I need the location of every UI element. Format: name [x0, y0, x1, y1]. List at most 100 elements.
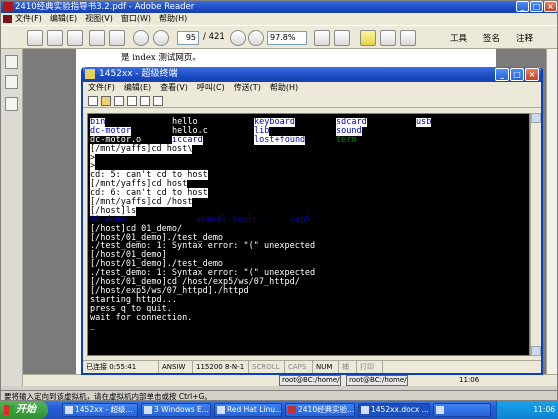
comment-icon[interactable]	[360, 30, 376, 46]
ls-entry: lost+found	[254, 134, 306, 145]
terminal-app-icon	[85, 69, 95, 79]
term-menu-file[interactable]: 文件(F)	[88, 82, 115, 94]
term-menu-transfer[interactable]: 传送(T)	[234, 82, 261, 94]
menu-view[interactable]: 视图(V)	[85, 13, 113, 25]
reader-toolbar: 95 / 421 97.8% 工具 签名 注释	[1, 25, 557, 49]
close-button[interactable]: ×	[544, 1, 557, 12]
task-label: Red Hat Linu...	[227, 405, 282, 414]
menu-help[interactable]: 帮助(H)	[159, 13, 187, 25]
zoom-in-icon[interactable]	[248, 30, 264, 46]
terminal-menubar: 文件(F) 编辑(E) 查看(V) 呼叫(C) 传送(T) 帮助(H)	[83, 82, 541, 94]
properties-icon[interactable]	[153, 95, 163, 106]
terminal-minimize-button[interactable]: _	[495, 68, 509, 81]
zoom-out-icon[interactable]	[230, 30, 246, 46]
open-folder-icon[interactable]	[67, 30, 83, 46]
zoom-field[interactable]: 97.8%	[267, 31, 307, 45]
print-icon[interactable]	[89, 30, 105, 46]
share-icon[interactable]	[47, 30, 63, 46]
task-word[interactable]: 1452xx.docx ...	[358, 403, 430, 417]
start-button[interactable]: 开始	[0, 401, 48, 419]
ls-entry: exp5	[290, 214, 311, 225]
terminal-title-bar[interactable]: 1452xx - 超级终端 _ □ ×	[83, 67, 541, 82]
scroll-indicator: SCROLL	[249, 361, 285, 373]
task-label: 2410经典实验...	[298, 405, 355, 414]
menu-window[interactable]: 窗口(W)	[121, 13, 151, 25]
reader-nav-panel	[1, 49, 23, 386]
task-explorer[interactable]: 3 Windows E...	[141, 403, 211, 417]
terminal-line: >	[90, 152, 96, 163]
vm-frame: 2410经典实验指导书3.2.pdf - Adobe Reader _ □ × …	[0, 0, 558, 401]
maximize-button[interactable]: □	[530, 1, 543, 12]
send-icon[interactable]	[140, 95, 150, 106]
sign-button[interactable]: 签名	[483, 32, 500, 44]
highlight-icon[interactable]	[380, 30, 396, 46]
linux-task-button[interactable]: root@BC:/home/t	[279, 375, 341, 386]
create-pdf-icon[interactable]	[27, 30, 43, 46]
task-extra[interactable]	[433, 403, 491, 417]
pdf-task-icon	[288, 406, 296, 414]
task-hyperterminal[interactable]: 1452xx - 超级...	[62, 403, 138, 417]
reader-title: 2410经典实验指导书3.2.pdf - Adobe Reader	[15, 2, 195, 12]
capture-indicator: 捕	[339, 361, 357, 373]
term-menu-help[interactable]: 帮助(H)	[270, 82, 298, 94]
ls-entry: term	[336, 134, 357, 145]
menu-edit[interactable]: 编辑(E)	[50, 13, 77, 25]
sign-icon[interactable]	[400, 30, 416, 46]
tools-button[interactable]: 工具	[450, 32, 467, 44]
scroll-down-icon[interactable]	[531, 346, 541, 356]
taskbar: 开始 1452xx - 超级... 3 Windows E... Red Hat…	[0, 401, 558, 419]
attachments-icon[interactable]	[5, 97, 18, 111]
term-menu-edit[interactable]: 编辑(E)	[124, 82, 151, 94]
ls-entry: armv4l-tools	[196, 214, 258, 225]
terminal-scrollbar[interactable]	[530, 113, 541, 356]
pdf-app-icon	[3, 2, 13, 12]
ls-entry: 01_demo	[90, 214, 126, 225]
comment-button[interactable]: 注释	[516, 32, 533, 44]
menu-file[interactable]: 文件(F)	[15, 13, 42, 25]
open-icon[interactable]	[101, 95, 111, 106]
disconnect-icon[interactable]	[127, 95, 137, 106]
tray-clock: 11:06	[533, 405, 555, 414]
terminal-screen[interactable]: bin hello keyboard sdcard usb dc-motor hello.c…	[87, 113, 530, 356]
terminal-maximize-button[interactable]: □	[510, 68, 524, 81]
terminal-line: wait for connection.	[90, 312, 193, 323]
terminal-statusbar: 已连接 0:55:41 ANSIW 115200 8-N-1 SCROLL CA…	[83, 360, 541, 373]
next-page-icon[interactable]	[153, 30, 169, 46]
terminal-output: bin hello keyboard sdcard usb dc-motor hello.c…	[90, 118, 527, 331]
fit-width-icon[interactable]	[334, 30, 350, 46]
scroll-up-icon[interactable]	[531, 113, 541, 123]
start-label: 开始	[16, 404, 36, 415]
task-label: 3 Windows E...	[154, 405, 209, 414]
page-number-input[interactable]: 95	[177, 31, 199, 45]
terminal-title: 1452xx - 超级终端	[99, 69, 178, 79]
task-adobe-reader[interactable]: 2410经典实验...	[285, 403, 355, 417]
new-connection-icon[interactable]	[88, 95, 98, 106]
bookmarks-icon[interactable]	[5, 75, 18, 89]
term-menu-call[interactable]: 呼叫(C)	[197, 82, 225, 94]
term-menu-view[interactable]: 查看(V)	[160, 82, 188, 94]
ls-entry: iccard	[172, 134, 203, 145]
fit-page-icon[interactable]	[314, 30, 330, 46]
reader-menubar: 文件(F) 编辑(E) 视图(V) 窗口(W) 帮助(H)	[1, 13, 557, 25]
hyperterminal-window: 1452xx - 超级终端 _ □ × 文件(F) 编辑(E) 查看(V) 呼叫…	[81, 67, 543, 375]
pdf-menu-icon[interactable]	[3, 15, 12, 23]
task-vmware[interactable]: Red Hat Linu...	[214, 403, 282, 417]
vm-hint-status: 要将输入定向到该虚拟机，请在虚拟机内部单击或按 Ctrl+G。	[1, 390, 557, 400]
linux-panel-clock: 11:06	[459, 376, 480, 384]
app-task-icon	[436, 406, 444, 414]
terminal-close-button[interactable]: ×	[525, 68, 539, 81]
windows-logo-icon	[4, 405, 14, 415]
ls-row: dc-motor.o iccard lost+found term	[90, 134, 527, 145]
terminal-line: _	[90, 321, 96, 332]
reader-vertical-scrollbar[interactable]	[546, 49, 557, 374]
prev-page-icon[interactable]	[133, 30, 149, 46]
minimize-button[interactable]: _	[516, 1, 529, 12]
email-icon[interactable]	[109, 30, 125, 46]
port-settings: 115200 8-N-1	[193, 361, 249, 373]
terminal-task-icon	[65, 406, 73, 414]
call-icon[interactable]	[114, 95, 124, 106]
linux-task-button[interactable]: root@BC:/home/t	[346, 375, 408, 386]
reader-title-bar[interactable]: 2410经典实验指导书3.2.pdf - Adobe Reader _ □ ×	[1, 1, 557, 13]
pages-thumbnail-icon[interactable]	[5, 55, 18, 69]
ls-entry: usb	[416, 117, 432, 127]
